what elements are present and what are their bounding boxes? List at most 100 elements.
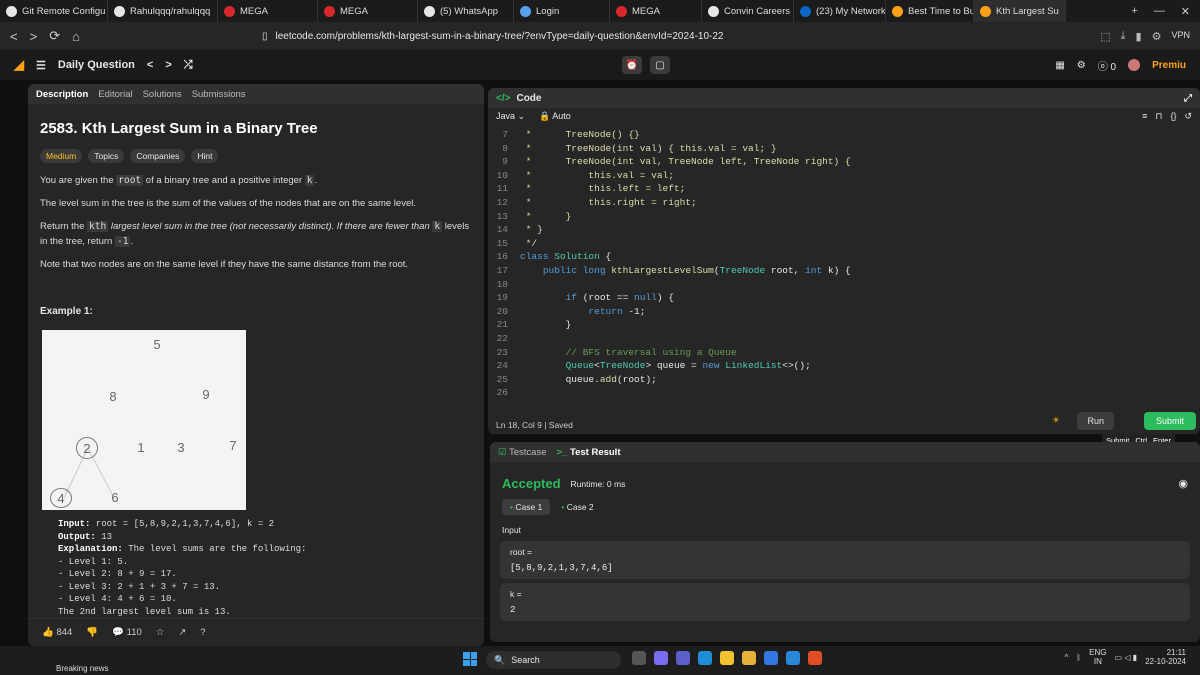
eye-icon[interactable]: ◉ xyxy=(1178,477,1188,490)
forward-icon[interactable]: > xyxy=(30,29,38,44)
minimize-button[interactable]: — xyxy=(1154,5,1165,18)
avatar[interactable] xyxy=(1128,59,1141,71)
browser-tab[interactable]: Git Remote Configu xyxy=(0,0,108,22)
bookmark-code-icon[interactable]: ⊓ xyxy=(1155,111,1162,122)
clock[interactable]: 21:11 22-10-2024 xyxy=(1145,648,1186,666)
copilot-icon[interactable] xyxy=(654,651,668,665)
window-controls: + — ✕ xyxy=(1131,5,1200,18)
new-tab-button[interactable]: + xyxy=(1131,5,1137,18)
browser-tab[interactable]: Login xyxy=(514,0,610,22)
tab-close-icon[interactable]: ✕ xyxy=(1064,6,1065,17)
sidebar-icon[interactable]: ▮ xyxy=(1136,30,1142,43)
debug-icon[interactable]: ⏰ xyxy=(622,56,642,74)
shuffle-icon[interactable]: ⤮ xyxy=(184,59,193,72)
premium-link[interactable]: Premiu xyxy=(1152,60,1186,71)
network-icon[interactable]: ▭ ◁ ▮ xyxy=(1115,653,1138,662)
extensions-icon[interactable]: ⬚ xyxy=(1100,30,1110,43)
code-line: 20 return -1; xyxy=(496,305,646,317)
tab-testcase[interactable]: ☑ Testcase xyxy=(498,447,547,458)
tab-test-result[interactable]: >_ Test Result xyxy=(557,447,621,458)
settings-icon[interactable]: ⚙ xyxy=(1152,30,1162,43)
browser-tab[interactable]: MEGA xyxy=(610,0,702,22)
code-line: 25 queue.add(root); xyxy=(496,373,657,385)
chrome-icon[interactable] xyxy=(720,651,734,665)
brave-icon[interactable] xyxy=(808,651,822,665)
share-icon[interactable]: ↗ xyxy=(178,627,186,638)
tab-label: Git Remote Configu xyxy=(22,5,106,17)
code-editor[interactable]: 7 * TreeNode() {} 8 * TreeNode(int val) … xyxy=(488,124,1200,400)
run-button[interactable]: Run xyxy=(1077,412,1114,430)
browser-tab[interactable]: Best Time to Buy a xyxy=(886,0,974,22)
code-line: 14 * } xyxy=(496,224,543,236)
url-field[interactable]: ▯ leetcode.com/problems/kth-largest-sum-… xyxy=(262,31,862,42)
tab-label: (5) WhatsApp xyxy=(440,5,499,17)
language-indicator[interactable]: ENG IN xyxy=(1089,648,1106,666)
list-icon[interactable]: ☰ xyxy=(36,59,46,72)
edge-icon[interactable] xyxy=(698,651,712,665)
p1-code-k: k xyxy=(304,175,315,186)
back-icon[interactable]: < xyxy=(10,29,18,44)
submit-button[interactable]: Submit xyxy=(1143,412,1196,430)
star-icon[interactable]: ☆ xyxy=(156,627,165,638)
start-button[interactable] xyxy=(463,652,477,666)
next-problem-icon[interactable]: > xyxy=(165,59,171,71)
search-placeholder: Search xyxy=(511,655,540,665)
braces-icon[interactable]: {} xyxy=(1170,111,1176,122)
vscode-icon[interactable] xyxy=(786,651,800,665)
leetcode-logo[interactable]: ◢ xyxy=(14,57,24,73)
p3-code-kth: kth xyxy=(87,221,109,232)
bookmark-icon[interactable]: ▯ xyxy=(262,31,268,42)
tray-chevron-icon[interactable]: ^ xyxy=(1065,653,1069,662)
comments-button[interactable]: 💬 110 xyxy=(112,627,142,638)
vpn-badge[interactable]: VPN xyxy=(1171,30,1190,43)
case-1-label: Case 1 xyxy=(515,502,543,512)
breaking-news-widget[interactable]: Breaking news xyxy=(56,664,108,673)
notes-icon[interactable]: ▢ xyxy=(650,56,670,74)
format-icon[interactable]: ≡ xyxy=(1142,111,1147,122)
reset-icon[interactable]: ↺ xyxy=(1184,111,1192,122)
browser-tab[interactable]: MEGA xyxy=(218,0,318,22)
case-2-tab[interactable]: • Case 2 xyxy=(561,502,593,512)
explorer-icon[interactable] xyxy=(742,651,756,665)
store-icon[interactable] xyxy=(764,651,778,665)
bluetooth-icon[interactable]: ᛒ xyxy=(1076,653,1081,662)
task-view-icon[interactable] xyxy=(632,651,646,665)
maximize-icon[interactable]: ⤢ xyxy=(1184,93,1192,104)
case-1-tab[interactable]: • Case 1 xyxy=(502,499,551,515)
browser-tab[interactable]: Convin Careers | Jo xyxy=(702,0,794,22)
language-select[interactable]: Java ⌄ xyxy=(496,111,525,122)
topics-tag[interactable]: Topics xyxy=(88,149,125,163)
help-icon[interactable]: ? xyxy=(200,627,205,638)
daily-question-link[interactable]: Daily Question xyxy=(58,59,135,71)
settings-gear-icon[interactable]: ⚙ xyxy=(1077,60,1086,71)
hint-tag[interactable]: Hint xyxy=(191,149,219,163)
reload-icon[interactable]: ⟳ xyxy=(49,28,60,44)
cloud-icon[interactable]: ☀ xyxy=(1052,415,1060,426)
k-value: 2 xyxy=(510,605,516,615)
close-window-button[interactable]: ✕ xyxy=(1181,5,1190,18)
home-icon[interactable]: ⌂ xyxy=(72,29,80,44)
saved-status: Saved xyxy=(548,420,573,430)
dislike-icon[interactable]: 👎 xyxy=(86,627,98,638)
tab-editorial[interactable]: Editorial xyxy=(98,89,132,100)
like-button[interactable]: 👍 844 xyxy=(42,627,72,638)
tab-solutions[interactable]: Solutions xyxy=(143,89,182,100)
taskbar-search[interactable]: 🔍 Search xyxy=(486,651,621,669)
tab-submissions[interactable]: Submissions xyxy=(192,89,246,100)
streak-counter[interactable]: ⓞ 0 xyxy=(1098,58,1116,73)
browser-tab[interactable]: Kth Largest Su ✕ xyxy=(974,0,1066,22)
layout-icon[interactable]: ▦ xyxy=(1055,60,1064,71)
autocomplete-mode[interactable]: 🔒 Auto xyxy=(539,111,571,122)
prev-problem-icon[interactable]: < xyxy=(147,59,153,71)
companies-tag[interactable]: Companies xyxy=(130,149,186,163)
browser-tab[interactable]: Rahulqqq/rahulqqq xyxy=(108,0,218,22)
browser-tab[interactable]: (5) WhatsApp xyxy=(418,0,514,22)
teams-icon[interactable] xyxy=(676,651,690,665)
example-tree-image: 5 8 9 2 1 3 7 4 6 xyxy=(42,330,246,510)
browser-tab[interactable]: MEGA xyxy=(318,0,418,22)
input-label: Input xyxy=(502,525,521,535)
tab-description[interactable]: Description xyxy=(36,89,88,100)
browser-tab[interactable]: (23) My Network - xyxy=(794,0,886,22)
download-icon[interactable]: ⤓ xyxy=(1121,30,1126,43)
tab-favicon-icon xyxy=(892,5,903,17)
